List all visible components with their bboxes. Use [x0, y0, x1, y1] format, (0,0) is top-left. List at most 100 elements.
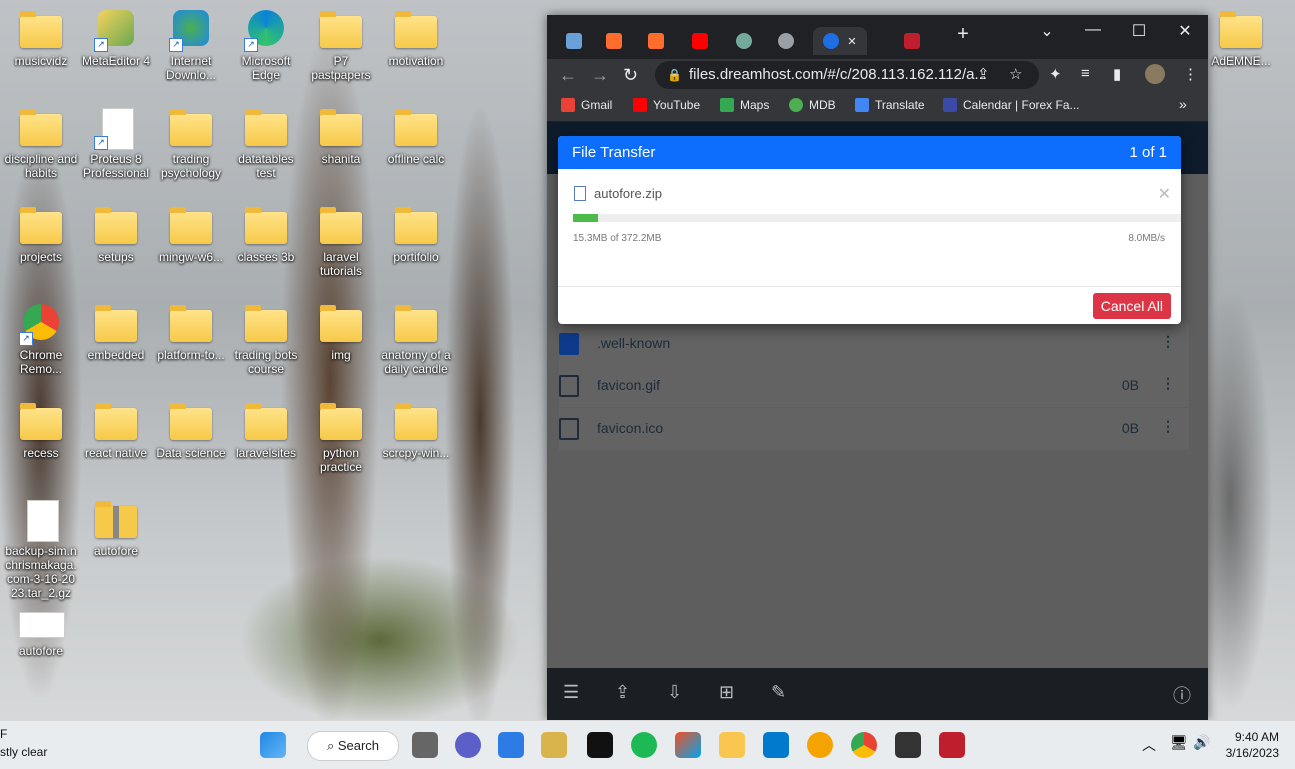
bookmark-calendar[interactable]: Calendar | Forex Fa... [943, 98, 1080, 112]
forward-icon[interactable]: → [591, 65, 609, 86]
desktop-icon-musicvidz[interactable]: musicvidz [4, 10, 78, 68]
filezilla-icon[interactable] [939, 732, 965, 758]
info-icon[interactable]: ⓘ [1173, 682, 1191, 708]
desktop-icon-embedded[interactable]: embedded [79, 304, 153, 362]
desktop-icon-autofore-zip[interactable]: autofore [79, 500, 153, 558]
upload-icon[interactable]: ⇪ [615, 682, 630, 703]
tab-youtube[interactable] [683, 27, 717, 55]
desktop-icon-trading-bots[interactable]: trading bots course [229, 304, 303, 376]
tab-cpanel-1[interactable] [597, 27, 631, 55]
tab-1[interactable] [557, 27, 591, 55]
reload-icon[interactable]: ↻ [623, 65, 638, 86]
file-explorer-icon[interactable] [719, 732, 745, 758]
menu-icon[interactable]: ⋮ [1183, 65, 1198, 83]
desktop-icon-python-practice[interactable]: python practice [304, 402, 378, 474]
7zip-icon[interactable] [895, 732, 921, 758]
file-row[interactable]: favicon.ico 0B ⋮ [559, 408, 1189, 450]
desktop-icon-laravel-tutorials[interactable]: laravel tutorials [304, 206, 378, 278]
python-icon[interactable] [541, 732, 567, 758]
desktop-icon-data-science[interactable]: Data science [154, 402, 228, 460]
vscode-icon[interactable] [763, 732, 789, 758]
desktop-icon-edge[interactable]: ↗ Microsoft Edge [229, 10, 303, 82]
cancel-all-button[interactable]: Cancel All [1092, 293, 1171, 319]
desktop-icon-setups[interactable]: setups [79, 206, 153, 264]
tray-chevron-up-icon[interactable]: ︿ [1142, 735, 1156, 755]
extensions-icon[interactable]: ✦ [1049, 65, 1062, 83]
close-tab-icon[interactable]: ✕ [847, 35, 856, 48]
desktop-icon-trading-psychology[interactable]: trading psychology [154, 108, 228, 180]
clock[interactable]: 9:40 AM 3/16/2023 [1226, 729, 1279, 761]
desktop-icon-chrome-remote[interactable]: ↗ Chrome Remo... [4, 304, 78, 376]
desktop-icon-platform[interactable]: platform-to... [154, 304, 228, 362]
desktop-icon-laravelsites[interactable]: laravelsites [229, 402, 303, 460]
desktop-icon-anatomy[interactable]: anatomy of a daily candle [379, 304, 453, 376]
tab-dreamhost-active[interactable]: ✕ [813, 27, 867, 55]
back-icon[interactable]: ← [559, 65, 577, 86]
tab-cpanel-2[interactable] [639, 27, 673, 55]
close-transfer-icon[interactable]: ✕ [1158, 184, 1171, 204]
desktop-icon-portifolio[interactable]: portifolio [379, 206, 453, 264]
desktop-icon-shanita[interactable]: shanita [304, 108, 378, 166]
desktop-icon-scrcpy[interactable]: scrcpy-win... [379, 402, 453, 460]
desktop-icon-metaeditor[interactable]: ↗ MetaEditor 4 [79, 10, 153, 68]
download-icon[interactable]: ⇩ [667, 682, 682, 703]
desktop-icon-mingw[interactable]: mingw-w6... [154, 206, 228, 264]
bookmark-maps[interactable]: Maps [720, 98, 769, 112]
network-icon[interactable]: 🖥 [1170, 734, 1188, 751]
taskbar-search-button[interactable]: ⌕ Search [307, 731, 399, 761]
minimize-button[interactable]: — [1073, 21, 1113, 39]
app-icon[interactable] [498, 732, 524, 758]
close-window-button[interactable]: ✕ [1165, 21, 1205, 41]
side-panel-icon[interactable]: ▮ [1113, 65, 1121, 83]
bookmark-star-icon[interactable]: ☆ [1009, 65, 1022, 83]
desktop-icon-motivation[interactable]: motivation [379, 10, 453, 68]
profile-avatar[interactable] [1145, 64, 1165, 84]
bookmark-translate[interactable]: Translate [855, 98, 925, 112]
row-menu-icon[interactable]: ⋮ [1161, 418, 1175, 435]
app-gear-icon[interactable] [807, 732, 833, 758]
media-icon[interactable]: ≡ [1081, 65, 1090, 82]
maximize-button[interactable]: ☐ [1119, 21, 1159, 41]
chat-icon[interactable] [455, 732, 481, 758]
desktop-icon-idm[interactable]: ↗ Internet Downlo... [154, 10, 228, 82]
desktop-icon-classes[interactable]: classes 3b [229, 206, 303, 264]
task-view-icon[interactable] [412, 732, 438, 758]
tab-filezilla[interactable] [895, 27, 929, 55]
new-folder-icon[interactable]: ⊞ [719, 682, 734, 703]
desktop-icon-proteus[interactable]: ↗ Proteus 8 Professional [79, 108, 153, 180]
desktop-icon-backup[interactable]: backup-sim.nchrismakaga.com-3-16-2023.ta… [4, 500, 78, 600]
file-row[interactable]: favicon.gif 0B ⋮ [559, 365, 1189, 407]
tab-globe[interactable] [769, 27, 803, 55]
file-row[interactable]: .well-known ⋮ [559, 323, 1189, 365]
spotify-icon[interactable] [631, 732, 657, 758]
desktop-icon-ademne[interactable]: AdEMNE... [1204, 10, 1278, 68]
desktop-icon-img[interactable]: img [304, 304, 378, 362]
share-icon[interactable]: ⇪ [977, 65, 990, 83]
chrome-icon[interactable] [851, 732, 877, 758]
desktop-icon-react-native[interactable]: react native [79, 402, 153, 460]
bookmark-mdb[interactable]: MDB [789, 98, 836, 112]
more-bookmarks-icon[interactable]: » [1179, 96, 1187, 112]
bookmark-youtube[interactable]: YouTube [633, 98, 700, 112]
desktop-icon-autofore-file[interactable]: autofore [4, 612, 78, 658]
desktop-icon-recess[interactable]: recess [4, 402, 78, 460]
tradingview-icon[interactable] [587, 732, 613, 758]
edit-icon[interactable]: ✎ [771, 682, 786, 703]
dreamhost-icon [823, 33, 840, 49]
row-menu-icon[interactable]: ⋮ [1161, 333, 1175, 350]
hamburger-menu-icon[interactable]: ☰ [563, 682, 579, 703]
desktop-icon-projects[interactable]: projects [4, 206, 78, 264]
weather-widget[interactable]: F stly clear [0, 725, 47, 761]
tab-search-icon[interactable]: ⌄ [1027, 21, 1067, 41]
bookmark-gmail[interactable]: Gmail [561, 98, 612, 112]
desktop-icon-p7[interactable]: P7 pastpapers [304, 10, 378, 82]
tab-chatgpt[interactable] [727, 27, 761, 55]
start-windows-icon[interactable] [260, 732, 286, 758]
volume-icon[interactable]: 🔊 [1193, 734, 1210, 751]
row-menu-icon[interactable]: ⋮ [1161, 375, 1175, 392]
desktop-icon-offline-calc[interactable]: offline calc [379, 108, 453, 166]
desktop-icon-datatables[interactable]: datatables test [229, 108, 303, 180]
desktop-icon-discipline[interactable]: discipline and habits [4, 108, 78, 180]
store-icon[interactable] [675, 732, 701, 758]
new-tab-button[interactable]: + [943, 23, 983, 46]
